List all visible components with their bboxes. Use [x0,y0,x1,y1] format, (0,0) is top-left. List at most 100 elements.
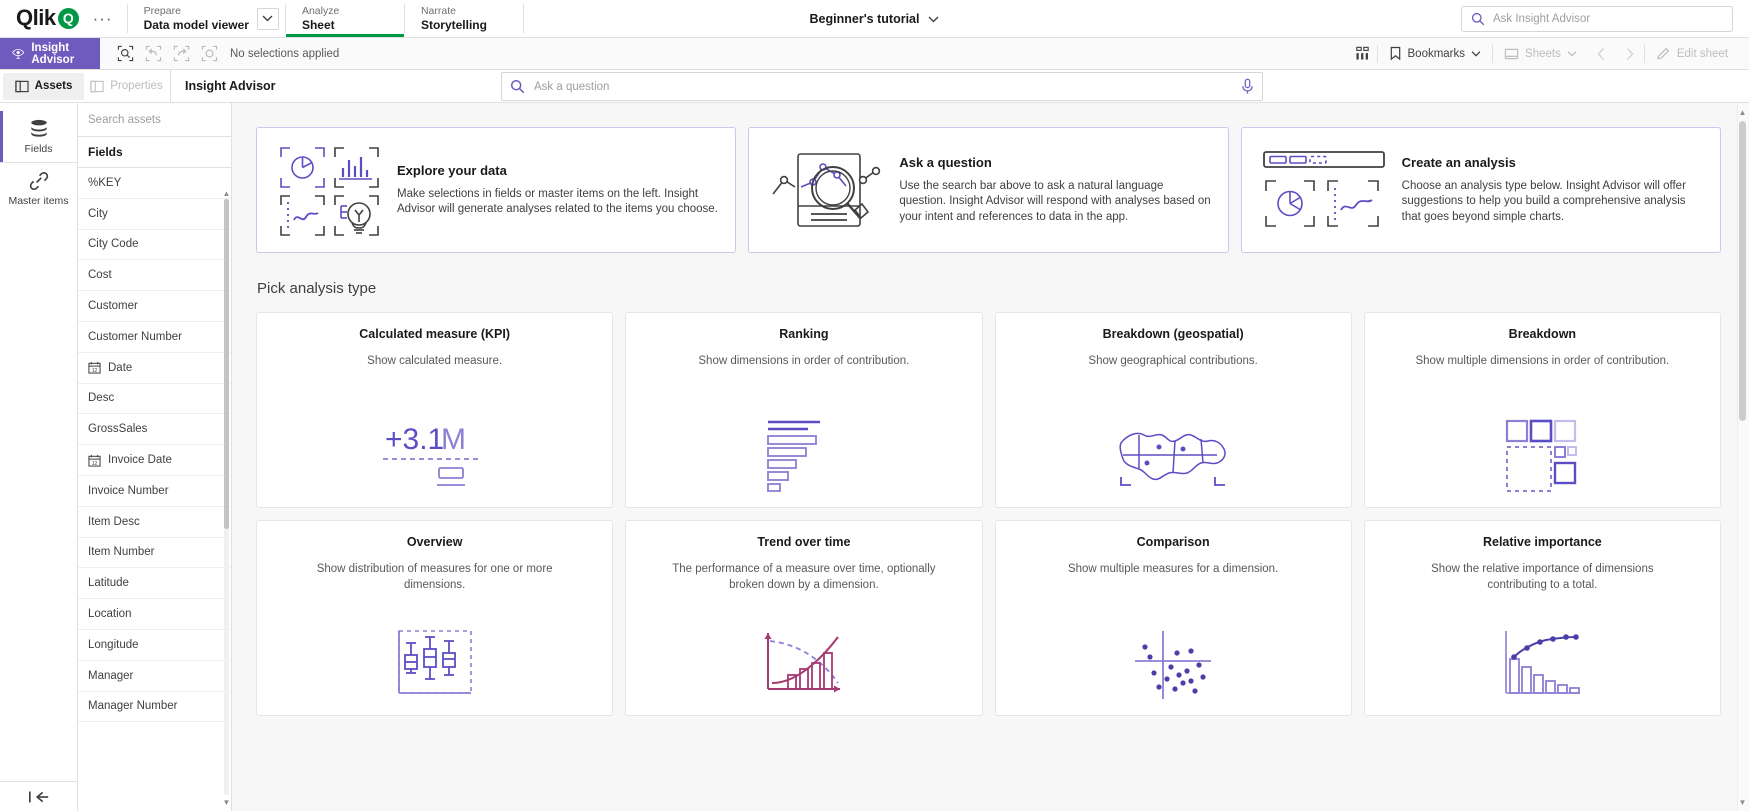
info-card-create-an-analysis[interactable]: Create an analysis Choose an analysis ty… [1240,127,1721,253]
field-item[interactable]: Customer Number [78,322,231,353]
app-title-menu[interactable]: Beginner's tutorial [810,12,940,26]
bookmarks-button[interactable]: Bookmarks [1378,38,1493,70]
selection-search-icon[interactable] [112,41,138,67]
field-item[interactable]: City Code [78,230,231,261]
field-item[interactable]: 12 Date [78,353,231,384]
ask-a-question-placeholder: Ask a question [534,80,610,93]
search-assets-placeholder: Search assets [88,113,161,126]
nav-narrate-storytelling[interactable]: Narrate Storytelling [405,0,523,37]
analysis-card-breakdown[interactable]: Breakdown Show multiple dimensions in or… [1363,312,1721,508]
analysis-card-overview[interactable]: Overview Show distribution of measures f… [256,520,614,716]
info-card-ask-a-question[interactable]: Ask a question Use the search bar above … [748,127,1229,253]
ranking-icon [764,417,844,493]
search-assets-input[interactable]: Search assets [78,103,231,137]
field-item[interactable]: Customer [78,291,231,322]
field-item-label: Desc [88,392,115,405]
ask-insight-advisor-input[interactable]: Ask Insight Advisor [1461,5,1733,32]
analysis-card-description: Show distribution of measures for one or… [316,563,553,591]
properties-panel-icon [90,80,104,92]
qlik-logo[interactable]: Qlik Q [16,7,79,30]
svg-text:12: 12 [92,460,98,466]
sheets-button[interactable]: Sheets [1493,38,1588,70]
main-scrollbar-thumb[interactable] [1739,121,1746,421]
field-item[interactable]: Item Desc [78,507,231,538]
chevron-down-icon [262,15,273,22]
content-inner: Explore your data Make selections in fie… [232,103,1749,716]
brand-area: Qlik Q ··· [0,0,127,37]
field-item[interactable]: Latitude [78,568,231,600]
rail-item-fields[interactable]: Fields [0,111,77,163]
field-item[interactable]: Desc [78,384,231,415]
field-item[interactable]: Item Number [78,538,231,569]
previous-sheet-button[interactable] [1588,38,1616,70]
field-item-label: Item Number [88,546,155,559]
analysis-card-calculated-measure-kpi[interactable]: Calculated measure (KPI) Show calculated… [256,312,614,508]
analysis-card-title: Calculated measure (KPI) [359,327,510,341]
undo-icon[interactable] [140,41,166,67]
info-card-body: Create an analysis Choose an analysis ty… [1402,155,1704,226]
insight-advisor-button[interactable]: Insight Advisor [0,38,100,69]
next-sheet-button[interactable] [1616,38,1644,70]
sheets-label: Sheets [1525,47,1561,60]
field-item[interactable]: 12 Invoice Date [78,445,231,476]
field-item[interactable]: Cost [78,260,231,292]
ask-a-question-input[interactable]: Ask a question [501,72,1263,101]
prepare-dropdown-button[interactable] [256,7,279,30]
fields-list[interactable]: %KEY City City Code Cost Customer Customer Nu… [78,168,231,811]
analysis-card-breakdown-geospatial[interactable]: Breakdown (geospatial) Show geographical… [994,312,1352,508]
field-item-label: Customer [88,300,138,313]
nav-prepare-kicker: Prepare [143,5,181,17]
analysis-card-relative-importance[interactable]: Relative importance Show the relative im… [1363,520,1721,716]
calendar-icon: 12 [88,362,101,374]
field-item[interactable]: Manager [78,661,231,692]
analysis-card-trend-over-time[interactable]: Trend over time The performance of a mea… [625,520,983,716]
tab-assets[interactable]: Assets [3,72,84,100]
field-item-label: %KEY [88,176,122,189]
clear-selections-icon[interactable] [196,41,222,67]
selection-bar: Insight Advisor No selections applied Bo… [0,38,1749,70]
insight-advisor-label: Insight Advisor [31,41,75,66]
analysis-card-comparison[interactable]: Comparison Show multiple measures for a … [994,520,1352,716]
nav-prepare-data-model-viewer[interactable]: Prepare Data model viewer [128,0,285,37]
grid-view-icon [1356,46,1369,60]
redo-arrow-icon [173,45,189,62]
insight-advisor-eye-icon [12,48,25,59]
field-item[interactable]: City [78,199,231,230]
field-item[interactable]: Invoice Number [78,476,231,507]
nav-narrate-label: Storytelling [420,18,487,32]
field-item-label: Manager Number [88,700,178,713]
sheet-grid-view-button[interactable] [1349,38,1377,70]
analysis-card-ranking[interactable]: Ranking Show dimensions in order of cont… [625,312,983,508]
assets-scroll-down-arrow[interactable]: ▼ [222,797,231,808]
assets-scroll-up-arrow[interactable]: ▲ [222,188,231,199]
relative-importance-icon [1502,629,1582,701]
field-item[interactable]: %KEY [78,168,231,199]
field-item[interactable]: Longitude [78,630,231,661]
field-item[interactable]: Location [78,599,231,630]
redo-icon[interactable] [168,41,194,67]
field-item-label: Longitude [88,638,139,651]
main-scroll-up-arrow[interactable]: ▲ [1738,105,1747,119]
rail-item-master-items-label: Master items [8,194,69,207]
tab-properties[interactable]: Properties [86,73,167,100]
main-scrollbar[interactable]: ▲ ▼ [1737,103,1748,811]
nav-analyze-sheet[interactable]: Analyze Sheet [285,0,404,37]
rail-item-master-items[interactable]: Master items [0,163,77,215]
main-scroll-down-arrow[interactable]: ▼ [1738,795,1747,809]
more-menu-button[interactable]: ··· [89,10,117,27]
field-item[interactable]: Manager Number [78,692,231,723]
analysis-card-title: Breakdown (geospatial) [1102,327,1244,341]
assets-scrollbar-thumb[interactable] [224,199,229,529]
comparison-icon [1133,629,1213,701]
bookmarks-label: Bookmarks [1407,47,1466,60]
microphone-icon[interactable] [1241,78,1254,95]
analysis-card-title: Comparison [1136,535,1210,549]
info-card-explore-your-data[interactable]: Explore your data Make selections in fie… [256,127,737,253]
field-item[interactable]: GrossSales [78,414,231,446]
analysis-card-title: Overview [406,535,463,549]
edit-sheet-button[interactable]: Edit sheet [1645,38,1739,70]
qlik-logo-text: Qlik [16,5,56,31]
trend-icon [762,627,846,701]
collapse-panel-button[interactable] [0,781,78,811]
qlik-sense-app: Qlik Q ··· Prepare Data model viewer Anal… [0,0,1749,811]
